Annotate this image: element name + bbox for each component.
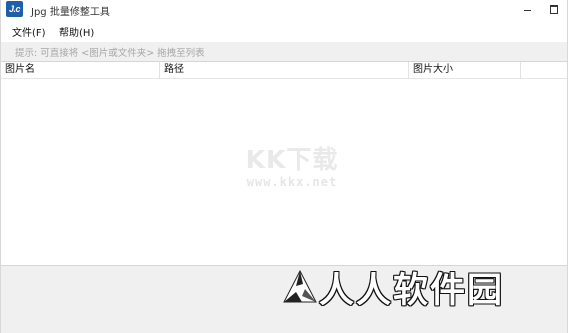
column-header-path[interactable]: 路径 <box>160 62 409 78</box>
column-header-image-size[interactable]: 图片大小 <box>409 62 521 78</box>
maximize-icon <box>550 5 558 14</box>
menu-help[interactable]: 帮助(H) <box>59 24 94 39</box>
triangle-logo-icon <box>283 270 317 303</box>
minimize-icon <box>524 10 531 11</box>
app-icon: J.c <box>6 1 23 17</box>
column-header-filler <box>521 62 567 78</box>
maximize-button[interactable] <box>541 0 567 20</box>
minimize-button[interactable] <box>515 0 541 20</box>
list-body[interactable] <box>1 79 567 265</box>
list-header: 图片名 路径 图片大小 <box>1 62 567 79</box>
drag-hint-text: 提示: 可直接将 <图片或文件夹> 拖拽至列表 <box>15 48 205 59</box>
title-bar[interactable]: J.c Jpg 批量修整工具 <box>1 0 567 20</box>
window-title: Jpg 批量修整工具 <box>31 7 110 18</box>
menu-file[interactable]: 文件(F) <box>12 24 46 39</box>
brand-text: 人人软件园 <box>319 271 505 311</box>
menu-bar: 文件(F) 帮助(H) <box>1 20 567 42</box>
hint-bar: 提示: 可直接将 <图片或文件夹> 拖拽至列表 <box>1 42 567 61</box>
image-list[interactable]: 图片名 路径 图片大小 <box>1 61 567 266</box>
column-header-image-name[interactable]: 图片名 <box>1 62 160 78</box>
app-window: J.c Jpg 批量修整工具 文件(F) 帮助(H) 提示: 可直接将 <图片或… <box>0 0 568 333</box>
